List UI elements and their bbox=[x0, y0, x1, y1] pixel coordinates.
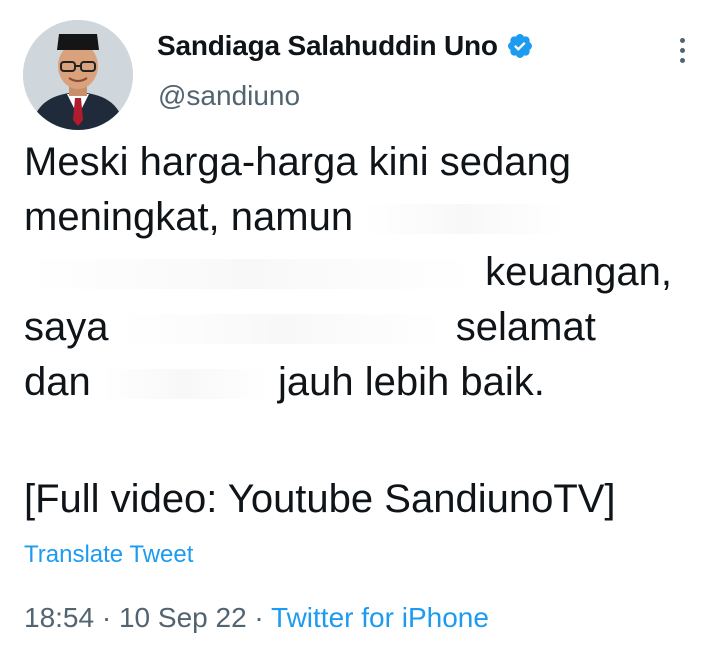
tweet-text-segment: saya bbox=[24, 305, 109, 349]
display-name[interactable]: Sandiaga Salahuddin Uno bbox=[157, 30, 498, 62]
separator-dot: · bbox=[101, 602, 112, 633]
tweet-metadata: 18:54 · 10 Sep 22 · Twitter for iPhone bbox=[24, 602, 489, 634]
separator-dot: · bbox=[254, 602, 264, 633]
full-video-line: [Full video: Youtube SandiunoTV] bbox=[24, 477, 616, 521]
tweet-time[interactable]: 18:54 bbox=[24, 602, 94, 633]
author-name-row: Sandiaga Salahuddin Uno bbox=[157, 30, 534, 62]
tweet-text-segment: keuangan, bbox=[485, 250, 672, 294]
tweet-date[interactable]: 10 Sep 22 bbox=[119, 602, 247, 633]
redacted-text bbox=[24, 259, 474, 290]
tweet-text-segment: meningkat, namun bbox=[24, 195, 354, 239]
tweet-text-segment: Meski harga-harga kini sedang bbox=[24, 140, 571, 184]
tweet-line: keuangan, bbox=[24, 245, 704, 300]
tweet-text-segment: dan bbox=[24, 360, 91, 404]
tweet-line: saya selamat bbox=[24, 300, 704, 355]
redacted-text bbox=[101, 369, 267, 400]
tweet-text: Meski harga-harga kini sedang meningkat,… bbox=[24, 135, 704, 410]
user-handle[interactable]: @sandiuno bbox=[158, 80, 300, 112]
avatar[interactable] bbox=[23, 20, 133, 130]
tweet-line: meningkat, namun bbox=[24, 190, 704, 245]
profile-photo bbox=[23, 20, 133, 130]
redacted-text bbox=[119, 314, 445, 345]
verified-badge-icon bbox=[506, 32, 534, 60]
tweet-line: Meski harga-harga kini sedang bbox=[24, 135, 704, 190]
more-options-icon[interactable] bbox=[678, 38, 686, 68]
tweet-line: dan jauh lebih baik. bbox=[24, 355, 704, 410]
tweet-text-segment: jauh lebih baik. bbox=[278, 360, 545, 404]
tweet-card: Sandiaga Salahuddin Uno @sandiuno Meski … bbox=[0, 0, 720, 662]
tweet-text-segment: selamat bbox=[455, 305, 596, 349]
tweet-source-link[interactable]: Twitter for iPhone bbox=[271, 602, 489, 633]
translate-tweet-link[interactable]: Translate Tweet bbox=[24, 541, 193, 569]
redacted-text bbox=[364, 204, 565, 235]
